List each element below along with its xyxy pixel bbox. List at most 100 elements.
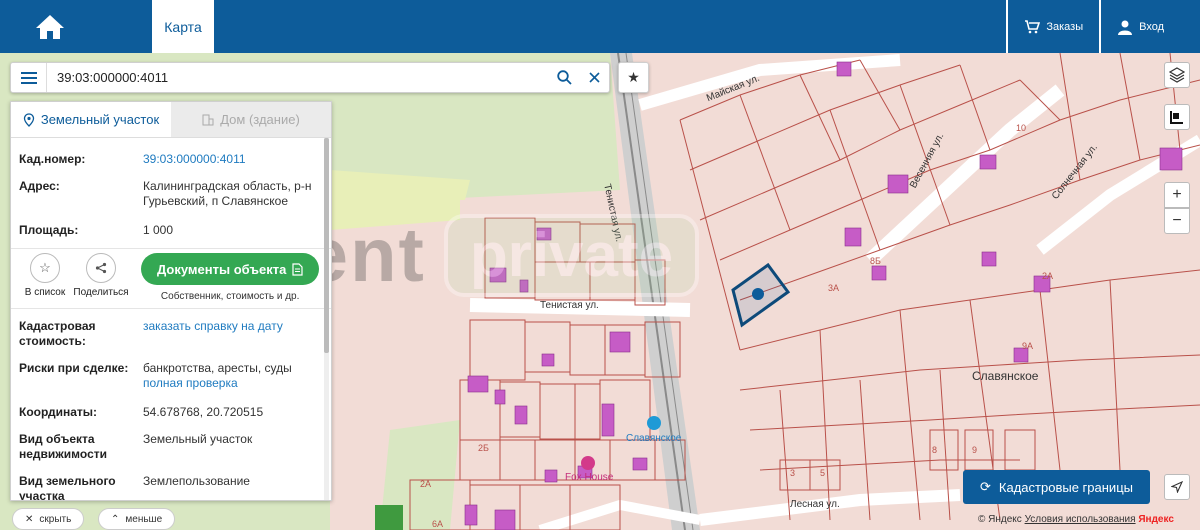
- search-button[interactable]: [549, 63, 579, 92]
- map-attribution: © Яндекс Условия использования Яндекс: [978, 514, 1174, 525]
- documents-subtitle: Собственник, стоимость и др.: [160, 291, 300, 302]
- map-label-parcel: 8Б: [870, 256, 881, 266]
- map-label-parcel: 3: [790, 468, 796, 478]
- chevron-up-icon: ⌃: [111, 513, 120, 525]
- cadastral-number-link[interactable]: 39:03:000000:4011: [143, 152, 321, 167]
- map-label-parcel: 9А: [1022, 341, 1034, 351]
- map-pin-icon: [23, 112, 34, 127]
- star-icon: ★: [627, 69, 640, 85]
- user-icon: [1118, 20, 1133, 35]
- measure-button[interactable]: [1164, 104, 1190, 130]
- less-button[interactable]: ⌃ меньше: [98, 508, 176, 530]
- order-certificate-link[interactable]: заказать справку на дату: [143, 319, 321, 349]
- info-row: Площадь: 1 000: [19, 215, 321, 244]
- tab-map-label: Карта: [164, 18, 202, 35]
- panel-actions: ☆ В список Поделиться Документы объекта …: [11, 248, 331, 309]
- documents-button[interactable]: Документы объекта: [141, 253, 320, 285]
- row-label: Координаты:: [19, 405, 98, 419]
- share-label: Поделиться: [73, 287, 129, 298]
- row-label: Площадь:: [19, 223, 79, 237]
- locate-icon: [1171, 481, 1183, 493]
- row-label: Риски при сделке:: [19, 361, 129, 375]
- zoom-out-icon: −: [1172, 212, 1182, 229]
- row-value: 54.678768, 20.720515: [143, 405, 264, 419]
- map-label-parcel: 5: [820, 468, 826, 478]
- info-row: Адрес: Калининградская область, р-н Гурь…: [19, 173, 321, 215]
- layers-button[interactable]: [1164, 62, 1190, 88]
- risks-value: банкротства, аресты, суды: [143, 361, 292, 375]
- close-icon: ✕: [25, 513, 34, 525]
- map-label-parcel: 2А: [1042, 271, 1054, 281]
- add-to-list-button[interactable]: ☆ В список: [17, 253, 73, 298]
- scrollbar-thumb[interactable]: [324, 138, 329, 353]
- cadastral-borders-label: Кадастровые границы: [998, 479, 1133, 495]
- search-input[interactable]: [47, 63, 549, 92]
- row-label: Кад.номер:: [19, 152, 86, 166]
- row-label: Вид земельного участка: [19, 474, 116, 501]
- clear-icon: [588, 72, 600, 83]
- map-label-parcel: 3А: [828, 283, 840, 293]
- login-label: Вход: [1139, 20, 1164, 33]
- home-button[interactable]: [0, 0, 100, 53]
- info-row: Координаты: 54.678768, 20.720515: [19, 397, 321, 426]
- panel-scrollbar[interactable]: [324, 138, 329, 500]
- row-value: Калининградская область, р-н Гурьевский,…: [143, 179, 312, 208]
- documents-button-label: Документы объекта: [157, 261, 287, 277]
- zoom-in-icon: +: [1172, 186, 1182, 203]
- row-value: Землепользование: [143, 474, 250, 488]
- terms-link[interactable]: Условия использования: [1025, 514, 1136, 525]
- yandex-logo: Яндекс: [1138, 514, 1174, 525]
- row-value: банкротства, аресты, суды полная проверк…: [143, 361, 321, 391]
- less-label: меньше: [125, 513, 163, 525]
- row-value: Земельный участок: [143, 432, 253, 446]
- locate-button[interactable]: [1164, 474, 1190, 500]
- panel-tabs: Земельный участок Дом (здание): [11, 102, 331, 138]
- map-label-street: Тенистая ул.: [540, 300, 599, 311]
- share-icon: [86, 253, 116, 283]
- map-label-parcel: 6А: [432, 519, 444, 529]
- top-bar: Карта Заказы Вход: [0, 0, 1200, 53]
- building-icon: [202, 114, 214, 125]
- map-label-parcel: 8: [932, 445, 938, 455]
- map-label-poi: Славянское: [626, 433, 682, 444]
- cart-icon: [1025, 19, 1041, 33]
- ruler-icon: [1170, 111, 1183, 124]
- menu-icon: [20, 71, 37, 84]
- map-label-poi: Fox House: [565, 472, 614, 483]
- map-label-parcel: 2А: [420, 479, 432, 489]
- info-row: Риски при сделке: банкротства, аресты, с…: [19, 355, 321, 397]
- login-button[interactable]: Вход: [1099, 0, 1200, 53]
- star-icon: ☆: [30, 253, 60, 283]
- clear-button[interactable]: [579, 63, 609, 92]
- hide-panel-button[interactable]: ✕ скрыть: [12, 508, 85, 530]
- info-row: Вид объекта недвижимости Земельный участ…: [19, 426, 321, 468]
- tab-map[interactable]: Карта: [152, 0, 214, 53]
- favorites-button[interactable]: ★: [618, 62, 649, 93]
- document-icon: [292, 262, 303, 276]
- full-check-link[interactable]: полная проверка: [143, 376, 321, 391]
- hide-panel-label: скрыть: [39, 513, 72, 525]
- map-label-parcel: 9: [972, 445, 978, 455]
- zoom-out-button[interactable]: −: [1164, 208, 1190, 234]
- map-label-parcel: 10: [1016, 123, 1027, 133]
- tab-land-plot[interactable]: Земельный участок: [11, 102, 171, 137]
- map-label-street: Лесная ул.: [790, 499, 840, 510]
- search-bar: [10, 62, 610, 93]
- info-row: Кадастровая стоимость: заказать справку …: [19, 313, 321, 355]
- attribution-copy: © Яндекс: [978, 514, 1022, 525]
- orders-button[interactable]: Заказы: [1006, 0, 1099, 53]
- add-to-list-label: В список: [24, 287, 66, 298]
- menu-button[interactable]: [11, 63, 47, 92]
- cadastral-borders-button[interactable]: ⟳ Кадастровые границы: [963, 470, 1150, 504]
- tab-building[interactable]: Дом (здание): [171, 102, 331, 137]
- map-label-place: Славянское: [972, 369, 1039, 383]
- tab-land-plot-label: Земельный участок: [40, 112, 160, 127]
- map-label-parcel: 2Б: [478, 443, 489, 453]
- zoom-in-button[interactable]: +: [1164, 182, 1190, 208]
- info-panel: Земельный участок Дом (здание) Кад.номер…: [10, 101, 332, 501]
- refresh-icon: ⟳: [980, 479, 991, 494]
- orders-label: Заказы: [1046, 20, 1084, 33]
- info-row: Вид земельного участка Землепользование: [19, 468, 321, 501]
- row-label: Кадастровая стоимость:: [19, 319, 96, 348]
- share-button[interactable]: Поделиться: [73, 253, 129, 298]
